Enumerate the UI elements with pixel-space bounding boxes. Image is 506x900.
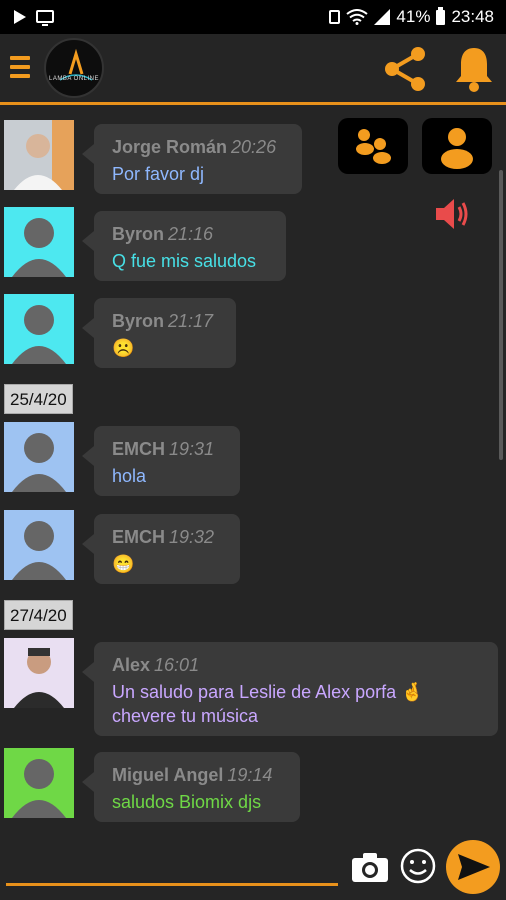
avatar[interactable] bbox=[4, 294, 74, 364]
message-bubble[interactable]: EMCH 19:31 hola bbox=[82, 426, 240, 496]
avatar[interactable] bbox=[4, 120, 74, 190]
message-time: 19:32 bbox=[169, 527, 215, 547]
avatar[interactable] bbox=[4, 422, 74, 492]
toolbar-underline bbox=[0, 102, 506, 105]
message-text: Un saludo para Leslie de Alex porfa 🤞 ch… bbox=[112, 682, 424, 726]
clock: 23:48 bbox=[451, 7, 494, 26]
logo-text: LAMBA ONLINE bbox=[48, 76, 99, 82]
camera-icon[interactable] bbox=[350, 850, 390, 884]
message-text: ☹️ bbox=[112, 338, 135, 358]
default-avatar-icon bbox=[12, 433, 66, 492]
users-button[interactable] bbox=[338, 118, 408, 174]
hamburger-icon[interactable] bbox=[10, 56, 32, 82]
avatar[interactable] bbox=[4, 748, 74, 818]
status-right: 41% 23:48 bbox=[329, 6, 494, 28]
default-avatar-icon bbox=[12, 521, 66, 580]
user-icon bbox=[441, 128, 473, 169]
message-bubble[interactable]: Miguel Angel 19:14 saludos Biomix djs bbox=[82, 752, 300, 822]
emoji-icon[interactable] bbox=[398, 846, 438, 886]
message-bubble[interactable]: EMCH 19:32 😁 bbox=[82, 514, 240, 584]
lock-icon bbox=[329, 10, 341, 24]
message-bubble[interactable]: Byron 21:16 Q fue mis saludos bbox=[82, 211, 286, 281]
message-time: 16:01 bbox=[154, 655, 200, 675]
status-bar: 41% 23:48 bbox=[0, 0, 506, 34]
avatar[interactable] bbox=[4, 638, 74, 708]
sender-name: Miguel Angel bbox=[112, 765, 224, 785]
user-photo bbox=[4, 638, 74, 708]
app-logo[interactable]: LAMBA ONLINE bbox=[44, 38, 104, 98]
message-time: 19:14 bbox=[227, 765, 273, 785]
message-bubble[interactable]: Jorge Román 20:26 Por favor dj bbox=[82, 124, 302, 194]
message-bubble[interactable]: Byron 21:17 ☹️ bbox=[82, 298, 236, 368]
signal-icon bbox=[374, 9, 391, 25]
screen-cast-icon bbox=[36, 10, 54, 26]
volume-icon[interactable] bbox=[432, 196, 472, 232]
sender-name: Alex bbox=[112, 655, 151, 675]
message-text: Q fue mis saludos bbox=[112, 251, 257, 271]
avatar[interactable] bbox=[4, 207, 74, 277]
date-separator: 25/4/20 bbox=[4, 384, 73, 414]
message-time: 19:31 bbox=[169, 439, 215, 459]
message-bubble[interactable]: Alex 16:01 Un saludo para Leslie de Alex … bbox=[82, 642, 498, 736]
default-avatar-icon bbox=[12, 759, 66, 818]
user-photo bbox=[4, 120, 74, 190]
bell-icon[interactable] bbox=[452, 44, 496, 94]
users-icon bbox=[356, 129, 391, 164]
sender-name: Byron bbox=[112, 311, 165, 331]
sender-name: Byron bbox=[112, 224, 165, 244]
scrollbar[interactable] bbox=[499, 170, 503, 460]
play-icon bbox=[14, 10, 26, 24]
send-icon bbox=[458, 854, 490, 880]
send-button[interactable] bbox=[446, 840, 500, 894]
share-icon[interactable] bbox=[380, 44, 430, 94]
battery-percent: 41% bbox=[396, 7, 431, 26]
message-text: Por favor dj bbox=[112, 164, 205, 184]
battery-icon bbox=[436, 6, 446, 25]
message-text: hola bbox=[112, 466, 147, 486]
default-avatar-icon bbox=[12, 305, 66, 364]
user-button[interactable] bbox=[422, 118, 492, 174]
sender-name: Jorge Román bbox=[112, 137, 228, 157]
message-time: 20:26 bbox=[231, 137, 277, 157]
default-avatar-icon bbox=[12, 218, 66, 277]
sender-name: EMCH bbox=[112, 527, 165, 547]
message-time: 21:17 bbox=[168, 311, 214, 331]
message-text: saludos Biomix djs bbox=[112, 792, 262, 812]
date-separator: 27/4/20 bbox=[4, 600, 73, 630]
message-time: 21:16 bbox=[168, 224, 214, 244]
sender-name: EMCH bbox=[112, 439, 165, 459]
message-text: 😁 bbox=[112, 554, 135, 574]
wifi-icon bbox=[346, 9, 369, 25]
message-input[interactable] bbox=[6, 883, 338, 886]
avatar[interactable] bbox=[4, 510, 74, 580]
